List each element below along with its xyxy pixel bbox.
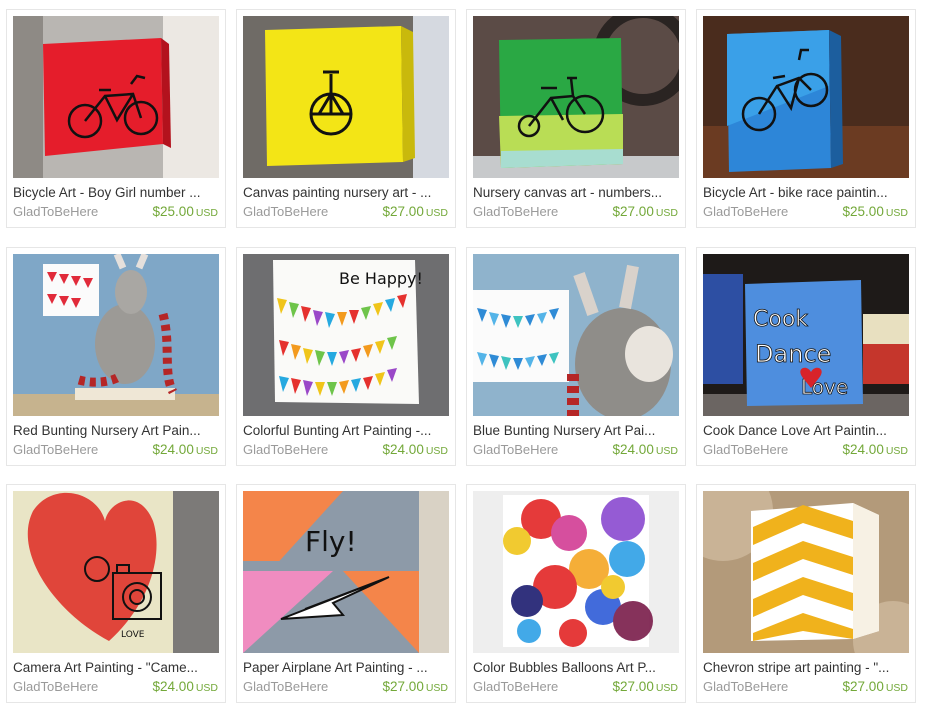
- listing-price: $25.00 USD: [152, 204, 218, 219]
- listing-image-color-bubbles[interactable]: [473, 491, 679, 653]
- shop-name[interactable]: GladToBeHere: [243, 679, 328, 695]
- listing-title[interactable]: Red Bunting Nursery Art Pain...: [13, 423, 219, 439]
- listing-card[interactable]: Blue Bunting Nursery Art Pai... GladToBe…: [466, 247, 686, 466]
- listing-card[interactable]: Canvas painting nursery art - ... GladTo…: [236, 9, 456, 228]
- listing-image-colorful-bunting[interactable]: Be Happy!: [243, 254, 449, 416]
- listing-card[interactable]: Color Bubbles Balloons Art P... GladToBe…: [466, 484, 686, 703]
- listing-card[interactable]: Red Bunting Nursery Art Pain... GladToBe…: [6, 247, 226, 466]
- listing-price: $25.00 USD: [842, 204, 908, 219]
- listing-card[interactable]: Fly! Paper Airplane Art Painting - ... G…: [236, 484, 456, 703]
- listing-grid: Bicycle Art - Boy Girl number ... GladTo…: [0, 0, 927, 717]
- listing-title[interactable]: Cook Dance Love Art Paintin...: [703, 423, 909, 439]
- listing-card[interactable]: Nursery canvas art - numbers... GladToBe…: [466, 9, 686, 228]
- listing-title[interactable]: Bicycle Art - bike race paintin...: [703, 185, 909, 201]
- listing-title[interactable]: Blue Bunting Nursery Art Pai...: [473, 423, 679, 439]
- listing-image-blue-bunting-donkey[interactable]: [473, 254, 679, 416]
- fly-text: Fly!: [305, 525, 357, 558]
- listing-price: $27.00 USD: [612, 679, 678, 694]
- listing-image-yellow-unicycle[interactable]: [243, 16, 449, 178]
- shop-name[interactable]: GladToBeHere: [13, 679, 98, 695]
- listing-image-red-bunting-donkey[interactable]: [13, 254, 219, 416]
- listing-price: $24.00 USD: [612, 442, 678, 457]
- listing-title[interactable]: Colorful Bunting Art Painting -...: [243, 423, 449, 439]
- listing-image-red-bicycle[interactable]: [13, 16, 219, 178]
- listing-card[interactable]: Cook Dance Love Cook Dance Love Art Pain…: [696, 247, 916, 466]
- shop-name[interactable]: GladToBeHere: [243, 204, 328, 220]
- listing-price: $24.00 USD: [842, 442, 908, 457]
- listing-price: $27.00 USD: [612, 204, 678, 219]
- be-happy-text: Be Happy!: [339, 269, 423, 288]
- listing-image-blue-bicycle[interactable]: [703, 16, 909, 178]
- dance-text: Dance: [755, 340, 831, 368]
- listing-image-cook-dance-love[interactable]: Cook Dance Love: [703, 254, 909, 416]
- listing-price: $27.00 USD: [382, 679, 448, 694]
- listing-title[interactable]: Paper Airplane Art Painting - ...: [243, 660, 449, 676]
- listing-image-yellow-chevron[interactable]: [703, 491, 909, 653]
- shop-name[interactable]: GladToBeHere: [473, 204, 558, 220]
- shop-name[interactable]: GladToBeHere: [703, 679, 788, 695]
- cook-text: Cook: [753, 307, 808, 332]
- shop-name[interactable]: GladToBeHere: [473, 442, 558, 458]
- listing-image-green-tricycle[interactable]: [473, 16, 679, 178]
- listing-title[interactable]: Color Bubbles Balloons Art P...: [473, 660, 679, 676]
- shop-name[interactable]: GladToBeHere: [703, 204, 788, 220]
- listing-title[interactable]: Nursery canvas art - numbers...: [473, 185, 679, 201]
- listing-image-paper-airplane[interactable]: Fly!: [243, 491, 449, 653]
- listing-title[interactable]: Canvas painting nursery art - ...: [243, 185, 449, 201]
- listing-price: $24.00 USD: [152, 442, 218, 457]
- shop-name[interactable]: GladToBeHere: [13, 442, 98, 458]
- listing-price: $24.00 USD: [152, 679, 218, 694]
- listing-title[interactable]: Chevron stripe art painting - "...: [703, 660, 909, 676]
- shop-name[interactable]: GladToBeHere: [703, 442, 788, 458]
- listing-card[interactable]: Be Happy! Colorful Bunting Art Painting …: [236, 247, 456, 466]
- listing-card[interactable]: Chevron stripe art painting - "... GladT…: [696, 484, 916, 703]
- love-small-text: LOVE: [121, 630, 145, 640]
- shop-name[interactable]: GladToBeHere: [473, 679, 558, 695]
- listing-price: $27.00 USD: [842, 679, 908, 694]
- listing-title[interactable]: Camera Art Painting - "Came...: [13, 660, 219, 676]
- listing-card[interactable]: LOVE Camera Art Painting - "Came... Glad…: [6, 484, 226, 703]
- listing-card[interactable]: Bicycle Art - bike race paintin... GladT…: [696, 9, 916, 228]
- shop-name[interactable]: GladToBeHere: [13, 204, 98, 220]
- listing-image-camera-heart[interactable]: LOVE: [13, 491, 219, 653]
- shop-name[interactable]: GladToBeHere: [243, 442, 328, 458]
- listing-title[interactable]: Bicycle Art - Boy Girl number ...: [13, 185, 219, 201]
- listing-price: $24.00 USD: [382, 442, 448, 457]
- listing-price: $27.00 USD: [382, 204, 448, 219]
- listing-card[interactable]: Bicycle Art - Boy Girl number ... GladTo…: [6, 9, 226, 228]
